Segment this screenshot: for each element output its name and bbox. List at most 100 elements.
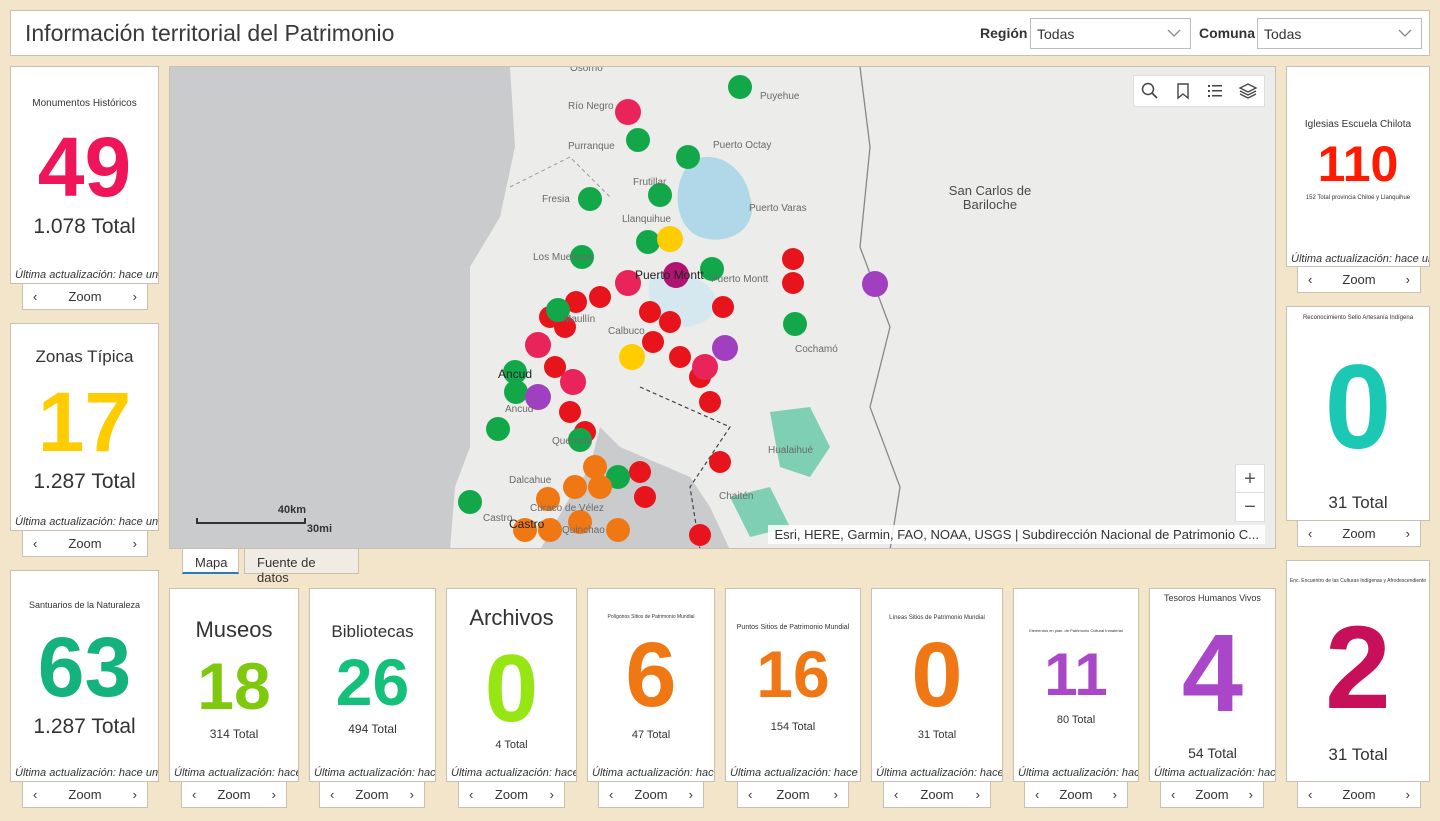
chevron-down-icon: [1398, 29, 1412, 37]
card-value: 6: [625, 624, 677, 726]
card-total: 80 Total: [1056, 714, 1096, 726]
place-label: Frutillar: [633, 177, 667, 188]
next-icon[interactable]: ›: [834, 787, 838, 802]
region-select[interactable]: Todas: [1030, 18, 1191, 49]
search-icon[interactable]: [1140, 81, 1160, 101]
next-icon[interactable]: ›: [272, 787, 276, 802]
next-icon[interactable]: ›: [976, 787, 980, 802]
card-value: 110: [1317, 136, 1399, 192]
zoom-bar: ‹ Zoom ›: [1024, 782, 1128, 808]
map-attribution: Esri, HERE, Garmin, FAO, NOAA, USGS | Su…: [768, 525, 1265, 544]
place-label: Llanquihue: [622, 214, 671, 225]
card-title: Puntos Sitios de Patrimonio Mundial: [736, 624, 850, 631]
zoom-button[interactable]: Zoom: [182, 787, 286, 802]
zoom-bar: ‹ Zoom ›: [181, 782, 287, 808]
card-value: 49: [37, 120, 132, 214]
bookmark-icon[interactable]: [1173, 81, 1193, 101]
tab-fuente-de-datos[interactable]: Fuente de datos: [244, 548, 359, 585]
next-icon[interactable]: ›: [689, 787, 693, 802]
next-icon[interactable]: ›: [1406, 526, 1410, 541]
card-subtitle: 152 Total provincia Chiloé y Llanquihue: [1305, 195, 1411, 201]
zoom-button[interactable]: Zoom: [459, 787, 564, 802]
card-title: Bibliotecas: [331, 622, 414, 641]
place-label: Ancud: [505, 404, 534, 415]
card-total: 154 Total: [770, 721, 816, 733]
comuna-label: Comuna: [1199, 25, 1255, 41]
zoom-bar: ‹ Zoom ›: [1160, 782, 1264, 808]
zoom-control: + −: [1235, 464, 1265, 522]
zoom-button[interactable]: Zoom: [1298, 526, 1420, 541]
card-update: Última actualización: hace unos: [15, 767, 159, 779]
comuna-select[interactable]: Todas: [1257, 18, 1422, 49]
card-elementos: Elementos en plan. de Patrimonio Cultura…: [1013, 588, 1139, 782]
card-santuarios: Santuarios de la Naturaleza 63 1.287 Tot…: [10, 570, 159, 782]
place-label: Fresia: [542, 194, 570, 205]
scale-mi: 30mi: [306, 523, 332, 535]
card-update: Última actualización: hace unos: [730, 767, 860, 779]
map-view[interactable]: Osorno Río Negro Purranque Puyehue Puert…: [169, 66, 1276, 549]
place-label: Maullín: [563, 314, 596, 325]
zoom-button[interactable]: Zoom: [738, 787, 848, 802]
next-icon[interactable]: ›: [1113, 787, 1117, 802]
card-update: Última actualización: hace unos: [876, 767, 1003, 779]
legend-icon[interactable]: [1205, 81, 1225, 101]
next-icon[interactable]: ›: [410, 787, 414, 802]
zoom-button[interactable]: Zoom: [320, 787, 424, 802]
zoom-button[interactable]: Zoom: [1298, 787, 1420, 802]
zoom-button[interactable]: Zoom: [23, 289, 147, 304]
next-icon[interactable]: ›: [550, 787, 554, 802]
place-label: Chaitén: [719, 491, 754, 502]
zoom-out-button[interactable]: −: [1236, 493, 1264, 521]
next-icon[interactable]: ›: [1249, 787, 1253, 802]
chevron-down-icon: [1167, 29, 1181, 37]
card-value: 4: [1181, 612, 1244, 735]
card-update: Última actualización: hace unos: [174, 767, 298, 779]
card-value: 2: [1325, 602, 1391, 734]
card-title: Enc. Encuentro de las Culturas Indígenas…: [1289, 578, 1427, 584]
zoom-bar: ‹ Zoom ›: [319, 782, 425, 808]
card-update: Última actualización: hace unos: [451, 767, 577, 779]
zoom-bar: ‹ Zoom ›: [883, 782, 991, 808]
card-total: 314 Total: [209, 727, 259, 741]
header-bar: Información territorial del Patrimonio R…: [10, 10, 1430, 56]
next-icon[interactable]: ›: [1406, 272, 1410, 287]
card-title: Reconocimiento Sello Artesanía Indígena: [1302, 315, 1414, 321]
zoom-bar: ‹ Zoom ›: [1297, 782, 1421, 808]
card-archivos: Archivos 0 4 Total Última actualización:…: [446, 588, 577, 782]
next-icon[interactable]: ›: [1406, 787, 1410, 802]
card-encuentro: Enc. Encuentro de las Culturas Indígenas…: [1286, 560, 1430, 782]
scale-km: 40km: [277, 504, 306, 516]
card-total: 494 Total: [348, 722, 397, 736]
zoom-in-button[interactable]: +: [1236, 465, 1264, 493]
layers-icon[interactable]: [1238, 81, 1258, 101]
zoom-button[interactable]: Zoom: [23, 787, 147, 802]
next-icon[interactable]: ›: [133, 536, 137, 551]
place-label: Puyehue: [760, 91, 800, 102]
card-update: Última actualización: hace unos: [15, 516, 159, 528]
card-update: Última actualización: hace unos: [1154, 767, 1276, 779]
place-label: Purranque: [568, 141, 615, 152]
card-value: 63: [37, 620, 132, 714]
map-toolbar: [1133, 75, 1265, 107]
next-icon[interactable]: ›: [133, 787, 137, 802]
zoom-button[interactable]: Zoom: [23, 536, 147, 551]
card-title: Polígonos Sitios de Patrimonio Mundial: [607, 614, 695, 620]
card-title: Zonas Típica: [35, 347, 134, 366]
card-value: 17: [37, 375, 132, 469]
zoom-bar: ‹ Zoom ›: [598, 782, 704, 808]
place-label: Los Muermos: [533, 252, 594, 263]
card-value: 11: [1044, 641, 1108, 708]
zoom-button[interactable]: Zoom: [1298, 272, 1420, 287]
zoom-button[interactable]: Zoom: [884, 787, 990, 802]
zoom-button[interactable]: Zoom: [599, 787, 703, 802]
card-museos: Museos 18 314 Total Última actualización…: [169, 588, 299, 782]
card-artesania: Reconocimiento Sello Artesanía Indígena …: [1286, 306, 1430, 521]
card-title: Iglesias Escuela Chilota: [1304, 119, 1412, 130]
tab-mapa[interactable]: Mapa: [182, 548, 239, 574]
place-label: Río Negro: [568, 101, 614, 112]
next-icon[interactable]: ›: [133, 289, 137, 304]
card-title: Líneas Sitios de Patrimonio Mundial: [889, 615, 985, 621]
zoom-bar: ‹ Zoom ›: [737, 782, 849, 808]
place-label: Puerto Octay: [713, 140, 772, 151]
card-title: Museos: [195, 617, 273, 642]
